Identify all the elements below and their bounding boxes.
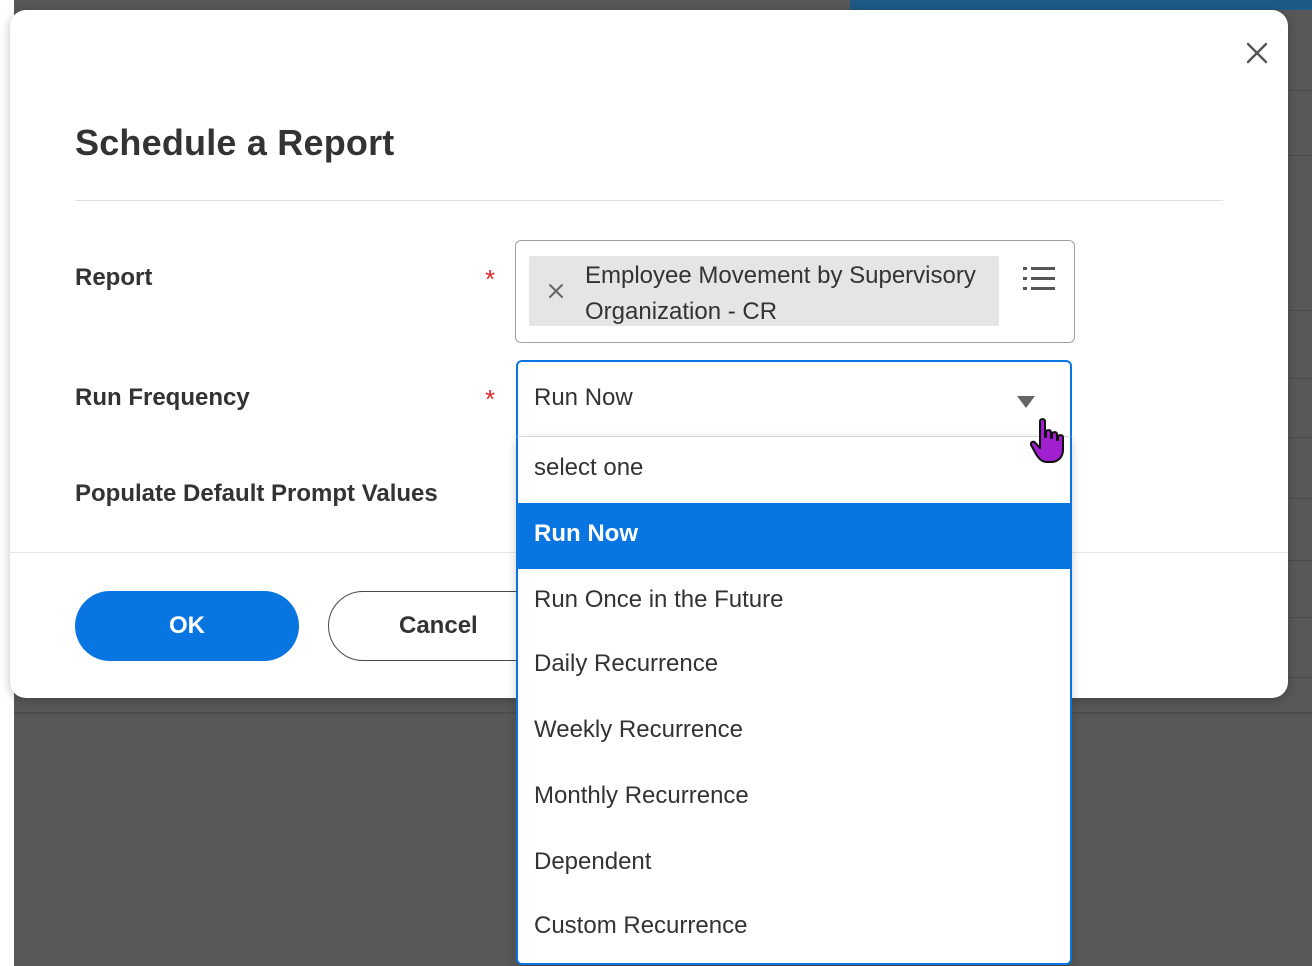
report-selected-value: Employee Movement by Supervisory Organiz… <box>585 262 976 325</box>
caret-down-icon[interactable] <box>1015 394 1037 410</box>
run-frequency-required-marker: * <box>485 384 496 414</box>
hand-pointer-icon <box>1029 417 1070 467</box>
report-selected-pill: Employee Movement by Supervisory Organiz… <box>529 256 999 326</box>
page-header-bar <box>850 0 1312 10</box>
option-custom-recurrence[interactable]: Custom Recurrence <box>518 895 1070 961</box>
list-icon[interactable] <box>1021 264 1059 294</box>
title-divider <box>75 200 1223 201</box>
option-run-once-in-the-future[interactable]: Run Once in the Future <box>518 569 1070 635</box>
run-frequency-select[interactable]: Run Now <box>516 360 1072 437</box>
option-dependent[interactable]: Dependent <box>518 831 1070 897</box>
report-multiselect[interactable]: Employee Movement by Supervisory Organiz… <box>515 240 1075 343</box>
option-monthly-recurrence[interactable]: Monthly Recurrence <box>518 765 1070 831</box>
populate-default-prompt-values-label: Populate Default Prompt Values <box>75 480 438 507</box>
option-daily-recurrence[interactable]: Daily Recurrence <box>518 633 1070 699</box>
report-required-marker: * <box>485 264 496 294</box>
run-frequency-options: select one Run Now Run Once in the Futur… <box>516 436 1072 965</box>
dialog-title: Schedule a Report <box>75 122 395 163</box>
run-frequency-label: Run Frequency <box>75 384 250 411</box>
report-label: Report <box>75 264 153 291</box>
ok-button[interactable]: OK <box>75 591 299 661</box>
option-weekly-recurrence[interactable]: Weekly Recurrence <box>518 699 1070 765</box>
remove-report-icon[interactable] <box>546 281 566 301</box>
close-icon[interactable] <box>1242 38 1272 68</box>
option-run-now[interactable]: Run Now <box>518 503 1070 569</box>
run-frequency-value: Run Now <box>534 384 633 411</box>
option-select-one[interactable]: select one <box>518 437 1070 503</box>
